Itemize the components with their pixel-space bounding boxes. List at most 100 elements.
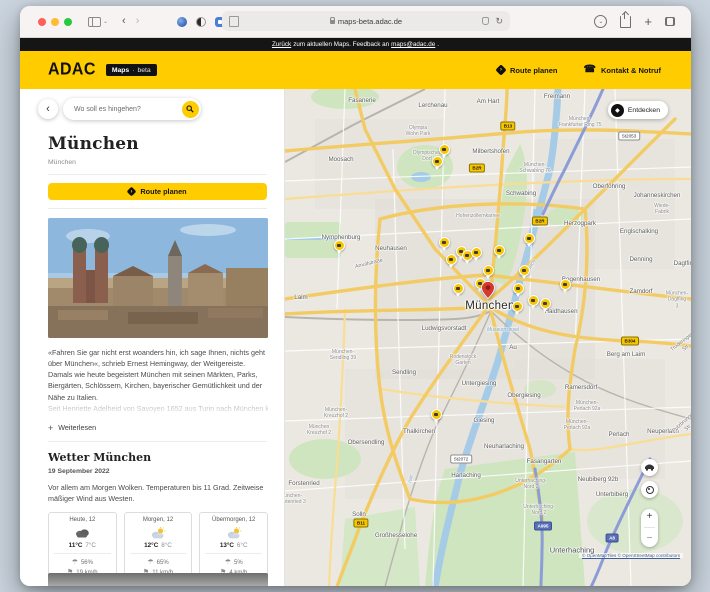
back-button[interactable]: ‹ xyxy=(122,16,126,27)
browser-toolbar: ⌄ ‹ › maps-beta.adac.de ↻ ⌄ + xyxy=(20,6,691,38)
route-planen-button[interactable]: › Route planen xyxy=(48,183,267,200)
forward-button[interactable]: › xyxy=(136,16,140,27)
search-button[interactable] xyxy=(182,101,199,118)
weather-temps: 12°C8°C xyxy=(144,542,172,549)
poi-pin-museum[interactable] xyxy=(560,279,571,290)
weather-title: Wetter München xyxy=(48,451,267,464)
chevron-down-icon[interactable]: ⌄ xyxy=(103,18,108,25)
beta-notice-bar: Zurück zum aktuellen Maps. Feedback an m… xyxy=(20,38,691,51)
sidebar-toggle-icon[interactable] xyxy=(88,17,101,27)
road-shield: A995 xyxy=(534,522,552,531)
rain-probability: ☂56% xyxy=(72,558,93,569)
locate-icon xyxy=(646,486,654,494)
poi-pin-museum[interactable] xyxy=(432,156,443,167)
reader-icon[interactable] xyxy=(229,16,239,27)
poi-pin-monument[interactable] xyxy=(513,283,524,294)
badge-product: Maps xyxy=(112,67,129,74)
divider xyxy=(48,441,267,442)
road-shield: B13 xyxy=(500,122,515,131)
weather-card-label: Übermorgen, 12 xyxy=(212,517,255,523)
road-shield: A8 xyxy=(606,534,619,543)
map-canvas[interactable]: ◆ Entdecken + − © OpenMapTiles © OpenStr… xyxy=(285,89,691,586)
privacy-shield-icon[interactable] xyxy=(482,17,489,25)
cloud-icon xyxy=(74,526,90,540)
url-text: maps-beta.adac.de xyxy=(338,17,402,26)
poi-pin-museum[interactable] xyxy=(494,245,505,256)
browser-window: ⌄ ‹ › maps-beta.adac.de ↻ ⌄ + Zurü xyxy=(20,6,691,586)
panel-back-button[interactable]: ‹ xyxy=(38,99,58,119)
selected-place-pin[interactable] xyxy=(481,281,495,299)
minimize-window-icon[interactable] xyxy=(51,18,59,26)
nav-kontakt-notruf[interactable]: ☎ Kontakt & Notruf xyxy=(584,65,661,75)
plus-icon: + xyxy=(48,423,53,433)
umbrella-icon: ☂ xyxy=(72,558,78,569)
address-bar[interactable]: maps-beta.adac.de ↻ xyxy=(222,11,510,31)
feedback-mail-link[interactable]: maps@adac.de xyxy=(391,41,435,48)
poi-pin-museum[interactable] xyxy=(519,265,530,276)
poi-pin-museum[interactable] xyxy=(528,295,539,306)
tab-overview-icon[interactable] xyxy=(665,17,675,26)
weather-card-label: Morgen, 12 xyxy=(143,517,173,523)
zoom-out-button[interactable]: − xyxy=(647,534,653,544)
map-attribution[interactable]: © OpenMapTiles © OpenStreetMap contribut… xyxy=(579,553,683,558)
poi-pin-restaurant[interactable] xyxy=(483,265,494,276)
read-more-link[interactable]: + Weiterlesen xyxy=(48,423,267,433)
poi-pin-monument[interactable] xyxy=(334,240,345,251)
route-button-label: Route planen xyxy=(140,187,186,196)
sun-cloud-icon xyxy=(226,526,242,540)
compass-icon: ◆ xyxy=(611,104,624,117)
lock-icon xyxy=(330,20,335,24)
nav-route-planen[interactable]: › Route planen xyxy=(497,66,558,75)
munich-skyline-illustration xyxy=(48,218,268,338)
poi-pin-monument[interactable] xyxy=(512,301,523,312)
adac-logo[interactable]: ADAC xyxy=(48,60,96,79)
extension-contrast-icon[interactable] xyxy=(196,17,206,27)
search-input[interactable]: Wo soll es hingehen? xyxy=(63,98,201,120)
poi-pin-monument[interactable] xyxy=(453,283,464,294)
traffic-layer-button[interactable] xyxy=(641,459,658,476)
zoom-control: + − xyxy=(641,509,658,547)
poi-pin-monument[interactable] xyxy=(471,247,482,258)
poi-pin-monument[interactable] xyxy=(446,254,457,265)
share-icon[interactable] xyxy=(620,16,631,28)
route-icon: › xyxy=(127,187,137,197)
weather-temps: 13°C6°C xyxy=(220,542,248,549)
nav-contact-label: Kontakt & Notruf xyxy=(601,66,661,75)
place-description: «Fahren Sie gar nicht erst woanders hin,… xyxy=(48,347,268,403)
car-icon xyxy=(644,464,655,471)
discover-button[interactable]: ◆ Entdecken xyxy=(608,101,668,119)
maximize-window-icon[interactable] xyxy=(64,18,72,26)
nav-route-label: Route planen xyxy=(510,66,558,75)
weather-summary: Vor allem am Morgen Wolken. Temperaturen… xyxy=(48,482,268,504)
road-shield: St2072 xyxy=(450,455,472,464)
umbrella-icon: ☂ xyxy=(147,558,153,569)
place-panel: ‹ Wo soll es hingehen? München München ›… xyxy=(20,89,285,586)
page-settings-icon[interactable]: ⌄ xyxy=(594,15,607,28)
close-window-icon[interactable] xyxy=(38,18,46,26)
back-to-maps-link[interactable]: Zurück xyxy=(272,41,291,48)
weather-temps: 11°C7°C xyxy=(69,542,96,549)
divider xyxy=(48,208,267,209)
road-shield: B2R xyxy=(469,164,485,173)
traffic-lights[interactable] xyxy=(38,18,72,26)
poi-pin-flag[interactable] xyxy=(439,237,450,248)
breadcrumb[interactable]: München xyxy=(48,159,267,166)
weather-date: 19 September 2022 xyxy=(48,468,267,475)
app-header: ADAC Maps · beta › Route planen ☎ Kontak… xyxy=(20,51,691,89)
new-tab-icon[interactable]: + xyxy=(644,15,652,28)
reload-icon[interactable]: ↻ xyxy=(495,16,503,27)
road-shield: B304 xyxy=(621,337,639,346)
zoom-in-button[interactable]: + xyxy=(647,512,653,522)
sun-cloud-icon xyxy=(150,526,166,540)
poi-pin-museum[interactable] xyxy=(540,298,551,309)
search-icon xyxy=(186,105,194,113)
locate-me-button[interactable] xyxy=(641,481,658,498)
badge-dot: · xyxy=(132,67,134,74)
rain-probability: ☂65% xyxy=(147,558,168,569)
poi-pin-park[interactable] xyxy=(431,409,442,420)
poi-pin-restaurant[interactable] xyxy=(524,233,535,244)
poi-pin-monument[interactable] xyxy=(439,144,450,155)
extension-globe-icon[interactable] xyxy=(177,17,187,27)
maps-beta-badge: Maps · beta xyxy=(106,64,157,76)
road-shield: St2053 xyxy=(618,132,640,141)
